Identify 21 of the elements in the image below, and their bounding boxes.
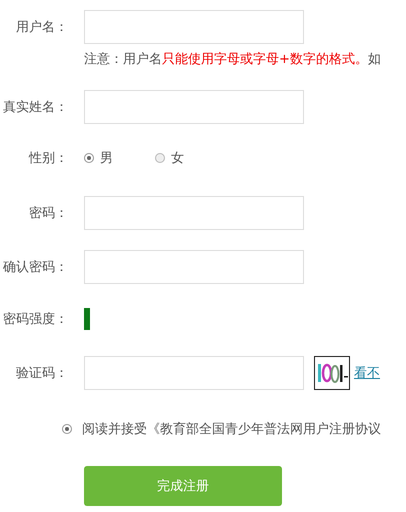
field-label: 密码： [28,205,68,222]
radio-icon[interactable] [62,424,72,434]
input-field[interactable] [84,250,304,284]
input-field[interactable] [84,10,304,44]
field-label: 用户名： [15,19,68,36]
radio-icon[interactable] [84,153,94,163]
note-text: 注意：用户名只能使用字母或字母+数字的格式。如 [84,51,382,68]
field-label: 确认密码： [2,259,68,276]
refresh-link[interactable]: 看不 [354,364,380,382]
field-label: 性别： [28,150,68,167]
input-field[interactable] [84,90,304,124]
radio-icon[interactable] [155,153,165,163]
agreement-option[interactable]: 阅读并接受《教育部全国青少年普法网用户注册协议 [62,420,406,438]
input-field[interactable] [84,356,304,390]
strength-bar [84,308,90,330]
field-label: 真实姓名： [2,99,68,116]
field-label: 密码强度： [2,311,68,328]
radio-option[interactable]: 女 [155,149,184,167]
input-field[interactable] [84,196,304,230]
radio-option[interactable]: 男 [84,149,113,167]
field-label: 验证码： [15,365,68,382]
